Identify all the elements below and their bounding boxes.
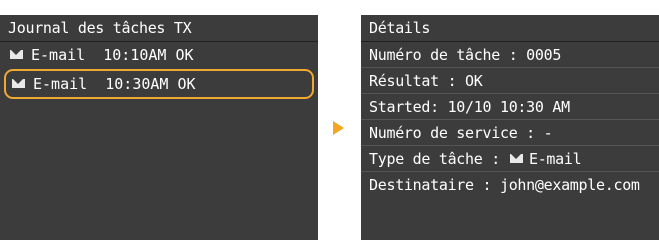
envelope-icon <box>509 154 523 163</box>
service-number-row: Numéro de service : - <box>361 120 659 146</box>
recipient-row: Destinataire : john@example.com <box>369 176 640 194</box>
job-log-item-time: 10:30AM <box>105 75 169 93</box>
job-log-item-status: OK <box>175 46 194 64</box>
started-row: Started: 10/10 10:30 AM <box>361 94 659 120</box>
job-type-label: Type de tâche : <box>369 150 500 168</box>
job-log-item-type: E-mail <box>33 75 88 93</box>
transition-arrow-icon <box>333 121 344 135</box>
job-type-value: E-mail <box>528 150 582 168</box>
result-row: Résultat : OK <box>361 68 659 94</box>
envelope-icon <box>10 50 23 59</box>
tx-job-log-panel: Journal des tâches TX E-mail 10:10AM OK … <box>0 15 318 240</box>
screen-stage: Journal des tâches TX E-mail 10:10AM OK … <box>0 0 659 240</box>
job-log-item[interactable]: E-mail 10:10AM OK <box>0 42 318 69</box>
job-details-panel: Détails Numéro de tâche : 0005 Résultat … <box>361 15 659 240</box>
envelope-icon <box>12 79 25 88</box>
job-details-title: Détails <box>361 15 659 42</box>
job-type-row: Type de tâche : E-mail <box>361 146 659 172</box>
job-number-row: Numéro de tâche : 0005 <box>361 42 659 68</box>
job-log-item-status: OK <box>177 75 196 93</box>
job-log-item-time: 10:10AM <box>103 46 167 64</box>
tx-job-log-title: Journal des tâches TX <box>0 15 318 42</box>
job-log-item-type: E-mail <box>31 46 86 64</box>
job-log-item-selected[interactable]: E-mail 10:30AM OK <box>4 69 314 99</box>
